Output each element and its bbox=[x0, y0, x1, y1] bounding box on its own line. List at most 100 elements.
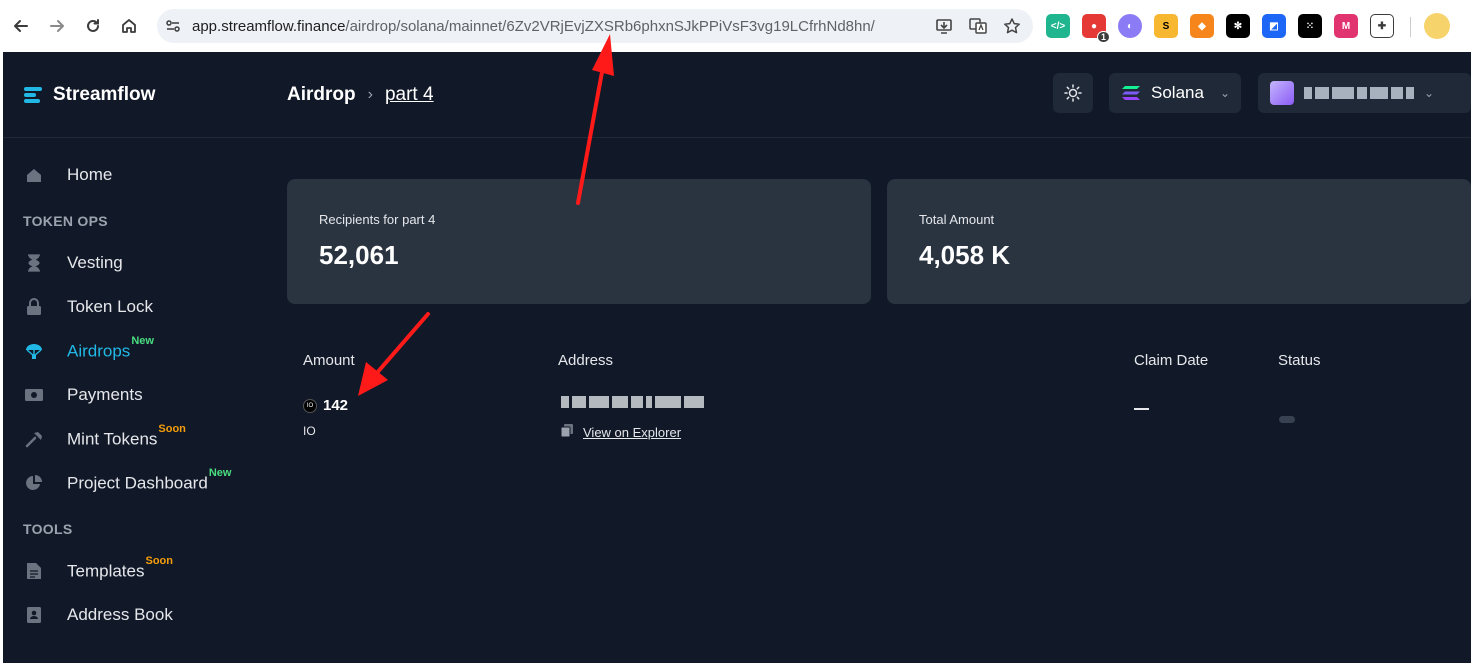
sidebar-item-mint-tokens[interactable]: Mint TokensSoon bbox=[23, 423, 186, 450]
forward-icon[interactable] bbox=[45, 14, 69, 38]
recipient-address-redacted bbox=[561, 396, 704, 408]
table-row-amount: IO 142 bbox=[303, 397, 348, 414]
toolbar-divider bbox=[1410, 17, 1411, 37]
browser-toolbar: app.streamflow.finance/airdrop/solana/ma… bbox=[0, 0, 1474, 52]
sidebar-item-address-book[interactable]: Address Book bbox=[23, 604, 173, 626]
column-header-claim-date[interactable]: Claim Date bbox=[1134, 352, 1208, 369]
status-badge bbox=[1279, 416, 1295, 423]
chevron-down-icon: ⌄ bbox=[1219, 86, 1230, 100]
wallet-chevron-icon: ⌄ bbox=[1424, 86, 1435, 100]
recipients-value: 52,061 bbox=[319, 240, 399, 270]
recipients-label: Recipients for part 4 bbox=[319, 212, 436, 227]
section-token-ops: TOKEN OPS bbox=[23, 213, 108, 229]
sidebar-item-label: Address Book bbox=[67, 605, 173, 624]
sidebar-item-payments[interactable]: Payments bbox=[23, 384, 143, 406]
document-icon bbox=[23, 560, 45, 582]
breadcrumb-current[interactable]: part 4 bbox=[385, 84, 434, 106]
browser-window: app.streamflow.finance/airdrop/solana/ma… bbox=[0, 0, 1474, 666]
sidebar-item-label: Templates bbox=[67, 561, 145, 581]
sidebar-item-label: Airdrops bbox=[67, 341, 131, 361]
amount-token-symbol: IO bbox=[303, 424, 316, 438]
extension-badge: 1 bbox=[1096, 31, 1110, 43]
magiceden-extension-icon[interactable]: M bbox=[1334, 14, 1358, 38]
snowflake-extension-icon[interactable]: ✻ bbox=[1226, 14, 1250, 38]
sidebar-item-project-dashboard[interactable]: Project DashboardNew bbox=[23, 467, 231, 494]
column-header-status[interactable]: Status bbox=[1278, 352, 1321, 369]
column-header-amount[interactable]: Amount bbox=[303, 352, 355, 369]
hammer-icon bbox=[23, 428, 45, 450]
sidebar-item-home[interactable]: Home bbox=[23, 164, 112, 186]
logo-text: Streamflow bbox=[53, 84, 156, 105]
sidebar-item-label: Project Dashboard bbox=[67, 473, 208, 493]
recipients-card: Recipients for part 4 52,061 bbox=[287, 179, 871, 304]
url-text: app.streamflow.finance/airdrop/solana/ma… bbox=[192, 18, 875, 35]
soon-badge: Soon bbox=[158, 422, 186, 435]
install-icon[interactable] bbox=[933, 15, 955, 37]
streamflow-app: Streamflow Airdrop › part 4 Solana ⌄ ⌄ H… bbox=[3, 52, 1471, 663]
total-amount-label: Total Amount bbox=[919, 212, 995, 227]
view-on-explorer: View on Explorer bbox=[560, 424, 681, 441]
sidebar-item-label: Token Lock bbox=[67, 297, 153, 316]
lock-icon bbox=[23, 296, 45, 318]
soon-badge: Soon bbox=[145, 554, 173, 567]
red-extension-icon[interactable]: ● 1 bbox=[1082, 14, 1110, 43]
breadcrumb-chevron-icon: › bbox=[367, 86, 373, 103]
extensions-bar: </> ● 1 ◐ S ◆ ✻ ◩ ⁙ M ✚ bbox=[1046, 14, 1394, 43]
home-icon bbox=[23, 164, 45, 186]
sidebar-item-templates[interactable]: TemplatesSoon bbox=[23, 555, 173, 582]
breadcrumb-root[interactable]: Airdrop bbox=[287, 84, 356, 106]
amount-value: 142 bbox=[323, 397, 349, 414]
code-extension-icon[interactable]: </> bbox=[1046, 14, 1070, 38]
sidebar-item-vesting[interactable]: Vesting bbox=[23, 252, 123, 274]
column-header-address[interactable]: Address bbox=[558, 352, 613, 369]
money-icon bbox=[23, 384, 45, 406]
io-token-icon: IO bbox=[303, 398, 317, 413]
section-tools: TOOLS bbox=[23, 521, 73, 537]
network-label: Solana bbox=[1151, 83, 1204, 102]
claim-date-empty bbox=[1134, 408, 1149, 410]
site-info-icon[interactable] bbox=[165, 18, 181, 34]
theme-toggle-button[interactable] bbox=[1053, 73, 1093, 113]
wallet-avatar bbox=[1270, 81, 1294, 105]
sidebar-item-label: Payments bbox=[67, 385, 143, 404]
new-badge: New bbox=[208, 466, 232, 479]
copy-icon[interactable] bbox=[560, 424, 573, 441]
extensions-icon[interactable]: ✚ bbox=[1370, 14, 1394, 38]
dice-extension-icon[interactable]: ⁙ bbox=[1298, 14, 1322, 38]
app-header: Streamflow Airdrop › part 4 Solana ⌄ ⌄ bbox=[3, 52, 1471, 138]
parachute-icon bbox=[23, 340, 45, 362]
logo[interactable]: Streamflow bbox=[23, 84, 155, 106]
wallet-button[interactable]: ⌄ bbox=[1258, 73, 1471, 113]
solana-icon bbox=[1122, 86, 1140, 100]
home-icon[interactable] bbox=[117, 14, 141, 38]
back-icon[interactable] bbox=[9, 14, 33, 38]
url-host: app.streamflow.finance bbox=[192, 18, 346, 35]
address-book-icon bbox=[23, 604, 45, 626]
sidebar: Home TOKEN OPS Vesting Token Lock Airdro… bbox=[3, 138, 263, 663]
address-bar[interactable]: app.streamflow.finance/airdrop/solana/ma… bbox=[157, 9, 1033, 43]
sidebar-item-airdrops[interactable]: AirdropsNew bbox=[23, 335, 154, 362]
url-path: /airdrop/solana/mainnet/6Zv2VRjEvjZXSRb6… bbox=[345, 18, 875, 35]
sidebar-item-label: Vesting bbox=[67, 253, 123, 272]
metamask-extension-icon[interactable]: ◆ bbox=[1190, 14, 1214, 38]
translate-icon[interactable] bbox=[967, 15, 989, 37]
explorer-link[interactable]: View on Explorer bbox=[583, 425, 681, 440]
phantom-extension-icon[interactable]: ◐ bbox=[1118, 14, 1142, 38]
breadcrumb: Airdrop › part 4 bbox=[287, 84, 434, 106]
streamflow-logo-icon bbox=[24, 87, 42, 103]
hourglass-icon bbox=[23, 252, 45, 274]
reload-icon[interactable] bbox=[81, 14, 105, 38]
profile-avatar[interactable] bbox=[1424, 13, 1450, 39]
blue-extension-icon[interactable]: ◩ bbox=[1262, 14, 1286, 38]
sidebar-item-label: Home bbox=[67, 165, 113, 184]
sidebar-item-label: Mint Tokens bbox=[67, 429, 158, 449]
total-amount-card: Total Amount 4,058 K bbox=[887, 179, 1471, 304]
bookmark-star-icon[interactable] bbox=[1001, 15, 1023, 37]
sun-icon bbox=[1064, 84, 1082, 102]
pie-chart-icon bbox=[23, 472, 45, 494]
sidebar-item-token-lock[interactable]: Token Lock bbox=[23, 296, 153, 318]
total-amount-value: 4,058 K bbox=[919, 240, 1011, 270]
network-selector[interactable]: Solana ⌄ bbox=[1109, 73, 1241, 113]
new-badge: New bbox=[131, 334, 154, 347]
solflare-extension-icon[interactable]: S bbox=[1154, 14, 1178, 38]
